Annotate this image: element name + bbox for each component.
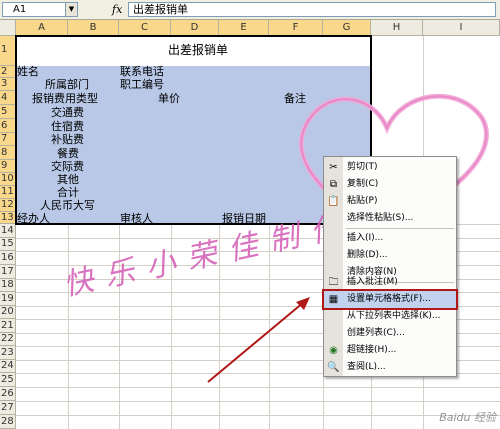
column-header-g[interactable]: G (323, 20, 371, 36)
expense-type: 补贴费 (51, 133, 84, 146)
row-header[interactable]: 26 (0, 387, 16, 401)
menu-item-insert[interactable]: 插入(I)... (324, 230, 456, 247)
column-header-d[interactable]: D (171, 20, 219, 36)
menu-item-format-cells[interactable]: ▦ 设置单元格格式(F)... (322, 289, 458, 310)
column-header-e[interactable]: E (219, 20, 269, 36)
row-header[interactable]: 16 (0, 251, 16, 265)
name-box[interactable]: A1 (2, 2, 66, 17)
column-header-a[interactable]: A (16, 20, 68, 36)
select-all-corner[interactable] (0, 20, 16, 36)
menu-item-copy[interactable]: ⧉ 复制(C) (324, 176, 456, 193)
row-header[interactable]: 23 (0, 346, 16, 360)
row-header[interactable]: 22 (0, 333, 16, 346)
row-header[interactable]: 21 (0, 319, 16, 333)
unit-price-header: 单价 (158, 92, 180, 105)
copy-icon: ⧉ (329, 179, 338, 190)
row-header[interactable]: 8 (0, 146, 16, 160)
expense-type: 交际费 (51, 160, 84, 173)
comment-icon: 🗀 (328, 277, 339, 288)
menu-item-pick-from-list[interactable]: 从下拉列表中选择(K)... (324, 308, 456, 325)
baidu-watermark: Baidu 经验 (439, 411, 496, 424)
pointer-arrow (207, 297, 310, 383)
row-header[interactable]: 24 (0, 360, 16, 373)
row-header[interactable]: 12 (0, 199, 16, 212)
paste-icon: 📋 (327, 196, 340, 207)
employee-id-label: 职工编号 (120, 78, 164, 91)
reviewer-label: 审核人 (120, 212, 153, 225)
row-header[interactable]: 1 (0, 36, 16, 66)
fx-icon[interactable]: fx (112, 3, 122, 16)
row-header[interactable]: 5 (0, 105, 16, 119)
row-header[interactable]: 17 (0, 265, 16, 279)
expense-type: 住宿费 (51, 120, 84, 133)
formula-bar: A1 ▼ fx 出差报销单 (0, 0, 500, 20)
column-header-b[interactable]: B (68, 20, 119, 36)
handler-label: 经办人 (17, 212, 50, 225)
column-header-i[interactable]: I (423, 20, 500, 36)
hyperlink-icon: ◉ (329, 345, 338, 356)
row-header[interactable]: 7 (0, 133, 16, 146)
expense-type: 餐费 (57, 147, 79, 160)
menu-item-hyperlink[interactable]: ◉ 超链接(H)... (324, 342, 456, 359)
menu-item-paste[interactable]: 📋 粘贴(P) (324, 193, 456, 210)
formula-input[interactable]: 出差报销单 (128, 2, 496, 17)
row-header[interactable]: 2 (0, 66, 16, 78)
department-label: 所属部门 (45, 78, 89, 91)
row-header[interactable]: 18 (0, 279, 16, 292)
phone-label: 联系电话 (120, 65, 164, 78)
cut-icon: ✂ (329, 162, 338, 173)
row-header[interactable]: 25 (0, 373, 16, 387)
row-header[interactable]: 9 (0, 160, 16, 173)
expense-type-header: 报销费用类型 (32, 92, 98, 105)
row-header[interactable]: 10 (0, 173, 16, 186)
menu-item-insert-comment[interactable]: 🗀 插入批注(M) (324, 274, 456, 291)
menu-item-paste-special[interactable]: 选择性粘贴(S)... (324, 210, 456, 227)
menu-item-create-list[interactable]: 创建列表(C)... (324, 325, 456, 342)
expense-type: 合计 (57, 186, 79, 199)
column-header-f[interactable]: F (269, 20, 323, 36)
expense-type: 交通费 (51, 106, 84, 119)
row-header[interactable]: 19 (0, 292, 16, 306)
column-header-h[interactable]: H (371, 20, 423, 36)
row-header[interactable]: 20 (0, 306, 16, 319)
row-header[interactable]: 14 (0, 224, 16, 238)
row-header[interactable]: 3 (0, 78, 16, 91)
expense-type: 人民币大写 (40, 199, 95, 212)
row-header[interactable]: 28 (0, 415, 16, 429)
menu-item-cut[interactable]: ✂ 剪切(T) (324, 159, 456, 176)
row-header[interactable]: 27 (0, 401, 16, 415)
lookup-icon: 🔍 (327, 362, 340, 373)
row-header[interactable]: 4 (0, 91, 16, 105)
sheet-title: 出差报销单 (168, 43, 229, 57)
row-header[interactable]: 11 (0, 186, 16, 199)
row-header[interactable]: 15 (0, 238, 16, 251)
name-label: 姓名 (17, 65, 39, 78)
menu-item-lookup[interactable]: 🔍 查阅(L)... (324, 359, 456, 376)
column-header-c[interactable]: C (119, 20, 171, 36)
row-header[interactable]: 13 (0, 212, 16, 224)
format-cells-icon: ▦ (328, 294, 339, 305)
row-header[interactable]: 6 (0, 119, 16, 133)
menu-item-delete[interactable]: 删除(D)... (324, 247, 456, 264)
expense-type: 其他 (57, 173, 79, 186)
name-box-dropdown-icon[interactable]: ▼ (66, 2, 78, 17)
context-menu: ✂ 剪切(T) ⧉ 复制(C) 📋 粘贴(P) 选择性粘贴(S)... 插入(I… (322, 156, 458, 377)
